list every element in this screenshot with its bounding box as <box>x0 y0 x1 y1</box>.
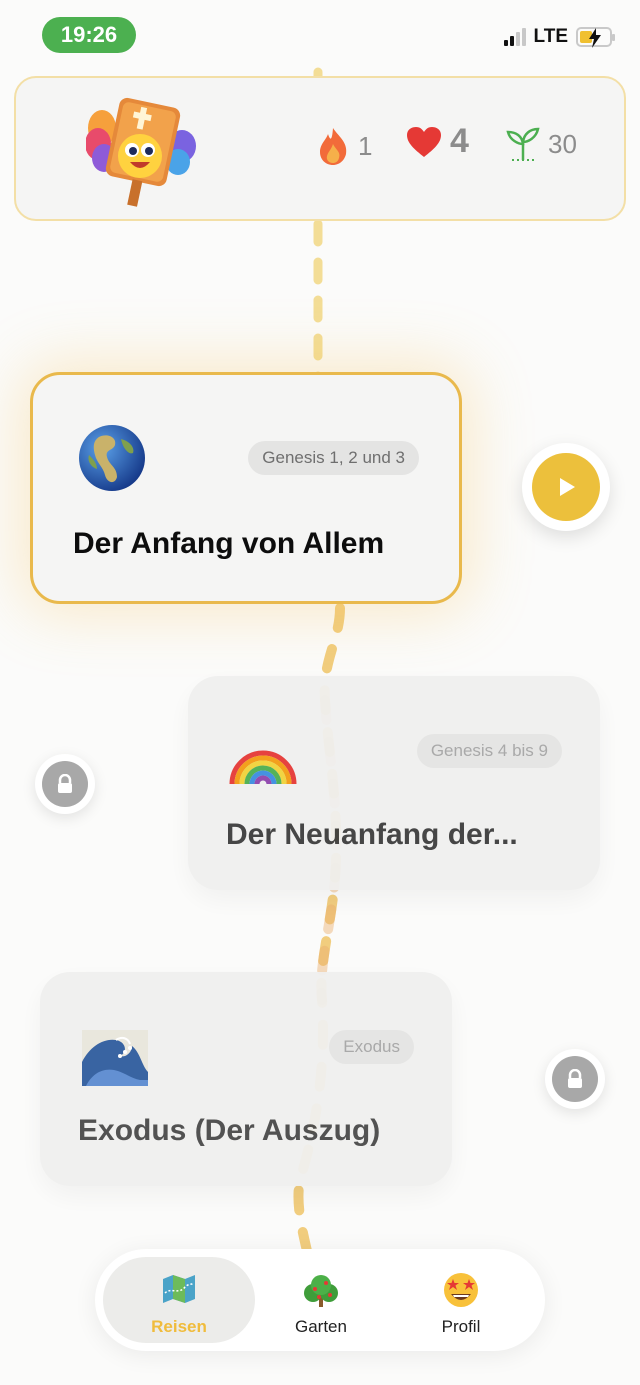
bush-icon <box>304 1275 338 1307</box>
lesson-tag: Exodus <box>329 1030 414 1064</box>
bible-mascot-icon[interactable] <box>86 92 196 210</box>
wave-icon <box>82 1030 148 1086</box>
seeds-stat[interactable]: 30 <box>506 126 577 162</box>
star-struck-face-icon <box>444 1273 478 1307</box>
streak-value: 1 <box>358 130 373 161</box>
status-indicators: LTE <box>503 26 615 48</box>
header-card: 1 4 30 <box>14 76 626 221</box>
nav-tab-garten[interactable]: Garten <box>245 1257 397 1343</box>
lesson-card-locked[interactable]: Genesis 4 bis 9 Der Neuanfang der... <box>188 676 600 890</box>
bottom-nav: Reisen Garten Profil <box>95 1249 545 1351</box>
lock-button[interactable] <box>35 754 95 814</box>
status-time: 19:26 <box>42 17 136 53</box>
lock-icon <box>58 774 72 793</box>
nav-tab-profil[interactable]: Profil <box>385 1257 537 1343</box>
rainbow-icon <box>229 750 297 785</box>
hearts-stat[interactable]: 4 <box>406 122 469 161</box>
sprout-icon <box>506 127 540 161</box>
nav-label: Garten <box>295 1317 347 1336</box>
nav-label: Profil <box>441 1317 481 1336</box>
battery-charging-icon <box>576 27 615 48</box>
lesson-title: Exodus (Der Auszug) <box>78 1114 381 1147</box>
play-icon <box>560 478 575 496</box>
lesson-tag: Genesis 4 bis 9 <box>416 734 562 768</box>
lock-button[interactable] <box>545 1049 605 1109</box>
lesson-card-active[interactable]: Genesis 1, 2 und 3 Der Anfang von Allem <box>30 372 462 604</box>
network-label: LTE <box>533 26 568 47</box>
map-icon <box>163 1275 195 1303</box>
heart-icon <box>407 126 441 157</box>
lock-icon <box>568 1069 582 1088</box>
lesson-card-locked[interactable]: Exodus Exodus (Der Auszug) <box>40 972 452 1186</box>
nav-label: Reisen <box>151 1317 207 1336</box>
streak-stat[interactable]: 1 <box>316 126 372 166</box>
globe-icon <box>79 425 145 491</box>
lesson-title: Der Anfang von Allem <box>73 527 385 560</box>
hearts-value: 4 <box>450 122 469 160</box>
lesson-tag: Genesis 1, 2 und 3 <box>248 441 419 475</box>
nav-tab-reisen[interactable]: Reisen <box>103 1257 255 1343</box>
lesson-title: Der Neuanfang der... <box>226 818 518 851</box>
signal-bars-icon <box>503 28 526 46</box>
flame-icon <box>320 128 347 165</box>
seeds-value: 30 <box>548 128 577 159</box>
play-button[interactable] <box>522 443 610 531</box>
